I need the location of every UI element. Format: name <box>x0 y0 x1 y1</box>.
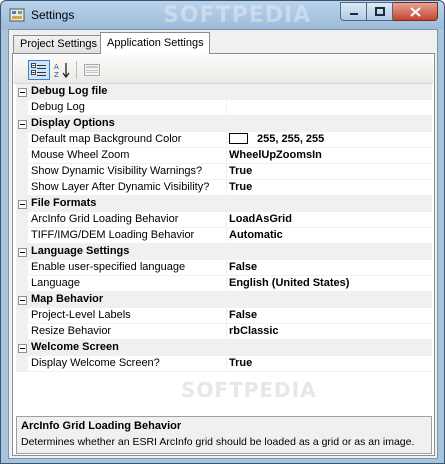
property-value[interactable]: Automatic <box>229 228 429 243</box>
property-value[interactable]: rbClassic <box>229 324 429 339</box>
property-name[interactable]: Display Welcome Screen? <box>31 356 227 371</box>
category-row[interactable]: Debug Log file <box>16 84 432 100</box>
alphabetical-sort-icon: A Z <box>54 63 70 78</box>
row-margin <box>16 228 28 244</box>
property-value[interactable]: WheelUpZoomsIn <box>229 148 429 163</box>
property-value[interactable]: False <box>229 260 429 275</box>
settings-app-icon <box>9 8 25 22</box>
row-margin <box>16 324 28 340</box>
application-settings-panel: A Z Debug Log file Debug Log Display Optio <box>12 53 435 456</box>
property-name[interactable]: Debug Log <box>31 100 227 115</box>
row-margin <box>16 180 28 196</box>
property-name[interactable]: Enable user-specified language <box>31 260 227 275</box>
minimize-icon <box>349 12 358 15</box>
collapse-icon[interactable] <box>18 344 27 353</box>
svg-text:Z: Z <box>54 71 59 78</box>
property-row[interactable]: Display Welcome Screen? True <box>16 356 432 372</box>
maximize-icon <box>374 6 385 16</box>
category-row[interactable]: File Formats <box>16 196 432 212</box>
toolbar-separator <box>76 61 77 79</box>
collapse-icon[interactable] <box>18 120 27 129</box>
collapse-icon[interactable] <box>18 296 27 305</box>
category-label: Welcome Screen <box>31 341 119 353</box>
categorized-view-icon <box>31 63 46 76</box>
category-row[interactable]: Welcome Screen <box>16 340 432 356</box>
property-value[interactable] <box>229 100 429 115</box>
row-margin <box>16 132 28 148</box>
property-name[interactable]: Show Dynamic Visibility Warnings? <box>31 164 227 179</box>
row-margin <box>16 260 28 276</box>
collapse-icon[interactable] <box>18 248 27 257</box>
tab-project-settings[interactable]: Project Settings <box>13 35 101 54</box>
minimize-button[interactable] <box>340 2 367 21</box>
property-name[interactable]: Project-Level Labels <box>31 308 227 323</box>
property-value-text: 255, 255, 255 <box>257 133 325 145</box>
property-value[interactable]: 255, 255, 255 <box>229 132 429 147</box>
description-pane: ArcInfo Grid Loading Behavior Determines… <box>16 416 432 454</box>
property-row[interactable]: Debug Log <box>16 100 432 116</box>
maximize-button[interactable] <box>367 2 393 21</box>
collapse-icon[interactable] <box>18 88 27 97</box>
row-margin <box>16 100 28 116</box>
property-row[interactable]: Default map Background Color 255, 255, 25… <box>16 132 432 148</box>
tab-application-settings[interactable]: Application Settings <box>100 32 210 54</box>
title-bar[interactable]: Settings SOFTPEDIA <box>1 1 444 29</box>
settings-window: Settings SOFTPEDIA Project Settings Appl… <box>0 0 445 464</box>
svg-text:A: A <box>54 63 59 71</box>
property-grid[interactable]: Debug Log file Debug Log Display Options De… <box>16 84 432 408</box>
property-row[interactable]: Resize Behavior rbClassic <box>16 324 432 340</box>
alphabetical-button[interactable]: A Z <box>52 60 74 80</box>
row-margin <box>16 164 28 180</box>
softpedia-watermark: SOFTPEDIA <box>163 3 312 28</box>
categorized-button[interactable] <box>28 60 50 80</box>
property-row[interactable]: Language English (United States) <box>16 276 432 292</box>
property-name[interactable]: Default map Background Color <box>31 132 227 147</box>
property-row[interactable]: TIFF/IMG/DEM Loading Behavior Automatic <box>16 228 432 244</box>
row-margin <box>16 308 28 324</box>
category-row[interactable]: Display Options <box>16 116 432 132</box>
property-name[interactable]: Language <box>31 276 227 291</box>
property-row[interactable]: Show Layer After Dynamic Visibility? True <box>16 180 432 196</box>
close-button[interactable] <box>393 2 438 21</box>
property-row[interactable]: Mouse Wheel Zoom WheelUpZoomsIn <box>16 148 432 164</box>
property-name[interactable]: ArcInfo Grid Loading Behavior <box>31 212 227 227</box>
description-text: Determines whether an ESRI ArcInfo grid … <box>21 436 415 448</box>
property-value[interactable]: True <box>229 164 429 179</box>
property-row[interactable]: Project-Level Labels False <box>16 308 432 324</box>
caption-buttons <box>340 2 438 21</box>
property-name[interactable]: TIFF/IMG/DEM Loading Behavior <box>31 228 227 243</box>
property-value[interactable]: True <box>229 180 429 195</box>
close-icon <box>409 6 421 17</box>
property-name[interactable]: Mouse Wheel Zoom <box>31 148 227 163</box>
category-row[interactable]: Language Settings <box>16 244 432 260</box>
category-label: Language Settings <box>31 245 130 257</box>
category-row[interactable]: Map Behavior <box>16 292 432 308</box>
color-swatch <box>229 133 248 144</box>
row-margin <box>16 148 28 164</box>
property-row[interactable]: Show Dynamic Visibility Warnings? True <box>16 164 432 180</box>
collapse-icon[interactable] <box>18 200 27 209</box>
property-value[interactable]: False <box>229 308 429 323</box>
row-margin <box>16 356 28 372</box>
property-value[interactable]: True <box>229 356 429 371</box>
property-value[interactable]: English (United States) <box>229 276 429 291</box>
property-name[interactable]: Resize Behavior <box>31 324 227 339</box>
property-grid-toolbar: A Z <box>14 55 433 84</box>
category-label: Display Options <box>31 117 115 129</box>
property-pages-icon <box>84 64 100 76</box>
dialog-client-area: Project Settings Application Settings A … <box>8 29 438 459</box>
category-label: Map Behavior <box>31 293 104 305</box>
row-margin <box>16 212 28 228</box>
category-label: Debug Log file <box>31 85 108 97</box>
row-margin <box>16 276 28 292</box>
property-row[interactable]: Enable user-specified language False <box>16 260 432 276</box>
property-value[interactable]: LoadAsGrid <box>229 212 429 227</box>
description-title: ArcInfo Grid Loading Behavior <box>21 420 182 432</box>
category-label: File Formats <box>31 197 97 209</box>
property-name[interactable]: Show Layer After Dynamic Visibility? <box>31 180 227 195</box>
window-title: Settings <box>31 8 75 22</box>
property-pages-button[interactable] <box>81 60 103 80</box>
property-row[interactable]: ArcInfo Grid Loading Behavior LoadAsGrid <box>16 212 432 228</box>
